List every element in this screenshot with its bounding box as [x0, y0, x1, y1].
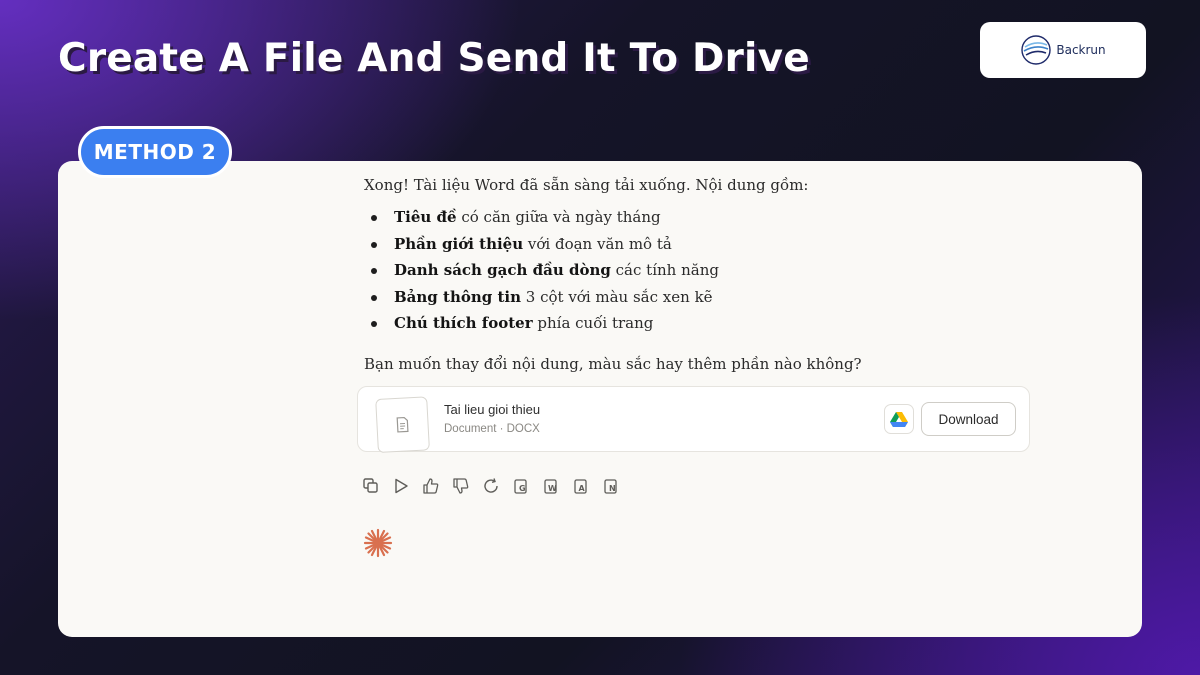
google-drive-icon	[890, 412, 908, 427]
message-actions: G W A N	[362, 477, 620, 495]
brand-name: Backrun	[1056, 43, 1106, 57]
thumbs-down-icon[interactable]	[452, 477, 470, 495]
method-badge: METHOD 2	[78, 126, 232, 178]
svg-text:G: G	[519, 484, 526, 493]
message-question: Bạn muốn thay đổi nội dung, màu sắc hay …	[364, 354, 862, 373]
list-item-bold: Chú thích footer	[394, 314, 533, 332]
list-item: Chú thích footer phía cuối trang	[364, 313, 1044, 340]
list-item-text: với đoạn văn mô tả	[523, 234, 672, 253]
file-thumbnail[interactable]	[375, 396, 430, 453]
list-item-bold: Bảng thông tin	[394, 287, 522, 306]
list-item: Bảng thông tin 3 cột với màu sắc xen kẽ	[364, 287, 1044, 314]
file-name: Tai lieu gioi thieu	[444, 402, 541, 417]
list-item-text: các tính năng	[610, 261, 719, 279]
export-gdocs-icon[interactable]: G	[512, 477, 530, 495]
list-item-text: phía cuối trang	[532, 314, 654, 332]
list-item-text: có căn giữa và ngày tháng	[456, 208, 661, 226]
list-item-bold: Tiêu đề	[394, 208, 457, 226]
svg-text:A: A	[579, 484, 586, 493]
assistant-message: Xong! Tài liệu Word đã sẵn sàng tải xuốn…	[364, 175, 1044, 374]
claude-spark-icon	[363, 528, 393, 558]
list-item: Danh sách gạch đầu dòng các tính năng	[364, 260, 1044, 287]
thumbs-up-icon[interactable]	[422, 477, 440, 495]
save-to-drive-button[interactable]	[884, 404, 914, 434]
brand-card: Backrun	[980, 22, 1146, 78]
feature-list: Tiêu đề có căn giữa và ngày tháng Phần g…	[364, 207, 1044, 340]
file-meta: Document · DOCX	[444, 423, 540, 435]
message-intro: Xong! Tài liệu Word đã sẵn sàng tải xuốn…	[364, 176, 809, 194]
svg-text:N: N	[609, 484, 616, 493]
file-attachment-card[interactable]: Tai lieu gioi thieu Document · DOCX Down…	[357, 386, 1030, 453]
export-notion-icon[interactable]: N	[602, 477, 620, 495]
retry-icon[interactable]	[482, 477, 500, 495]
list-item: Phần giới thiệu với đoạn văn mô tả	[364, 234, 1044, 261]
download-button[interactable]: Download	[921, 402, 1016, 436]
play-icon[interactable]	[392, 477, 410, 495]
backrun-logo-icon	[1021, 35, 1052, 65]
list-item-bold: Phần giới thiệu	[394, 234, 524, 253]
export-pdf-icon[interactable]: A	[572, 477, 590, 495]
svg-text:W: W	[548, 484, 557, 493]
page-title: Create A File And Send It To Drive	[58, 36, 810, 81]
copy-icon[interactable]	[362, 477, 380, 495]
list-item-text: 3 cột với màu sắc xen kẽ	[521, 287, 713, 306]
list-item: Tiêu đề có căn giữa và ngày tháng	[364, 207, 1044, 234]
export-word-icon[interactable]: W	[542, 477, 560, 495]
list-item-bold: Danh sách gạch đầu dòng	[394, 261, 611, 279]
document-icon	[396, 416, 409, 433]
